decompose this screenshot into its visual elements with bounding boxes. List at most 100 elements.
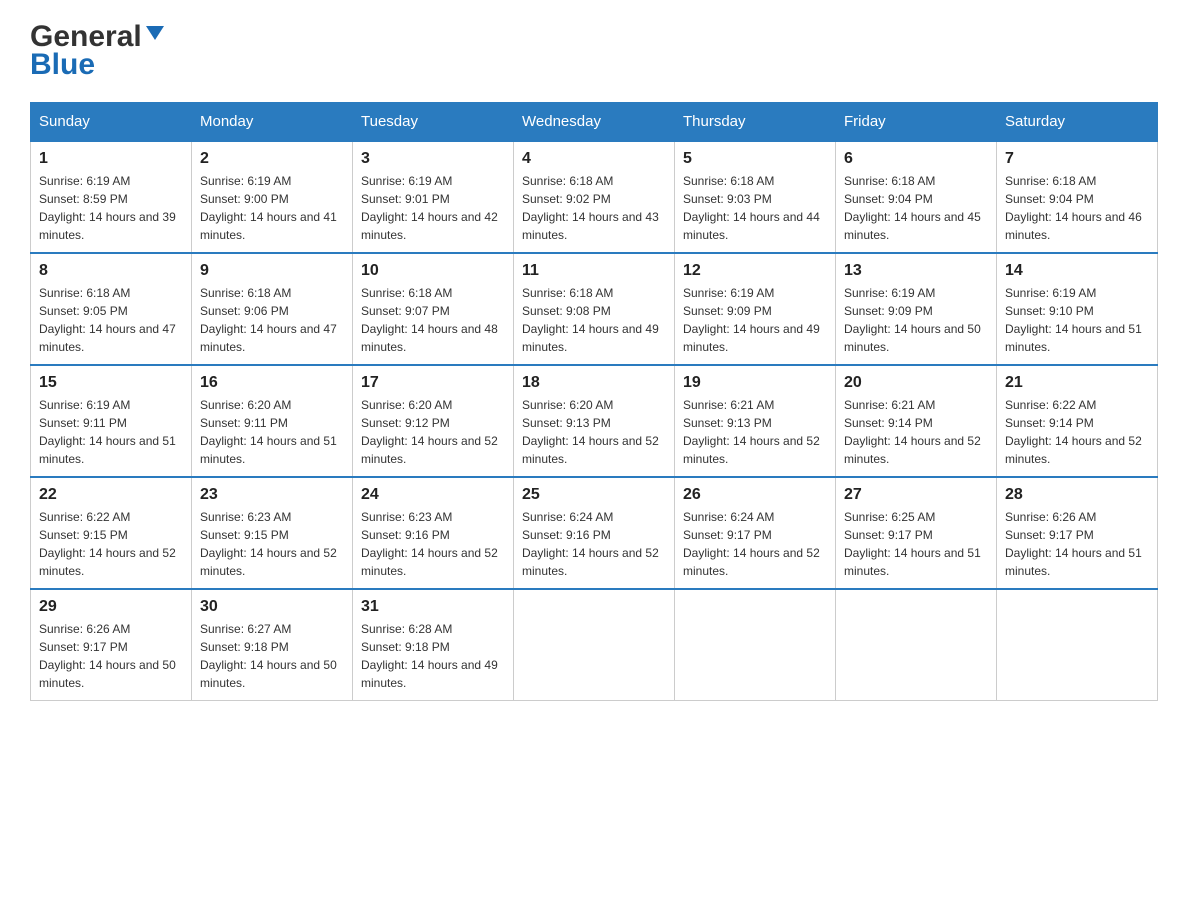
day-info: Sunrise: 6:18 AMSunset: 9:08 PMDaylight:…: [522, 286, 659, 354]
calendar-day: [836, 589, 997, 701]
page-header: General Blue: [30, 20, 1158, 82]
day-number: 27: [844, 486, 988, 504]
day-number: 18: [522, 374, 666, 392]
header-saturday: Saturday: [997, 103, 1158, 142]
day-number: 25: [522, 486, 666, 504]
calendar-day: 1 Sunrise: 6:19 AMSunset: 8:59 PMDayligh…: [31, 141, 192, 253]
day-info: Sunrise: 6:26 AMSunset: 9:17 PMDaylight:…: [1005, 510, 1142, 578]
day-info: Sunrise: 6:23 AMSunset: 9:15 PMDaylight:…: [200, 510, 337, 578]
calendar-day: [997, 589, 1158, 701]
day-number: 9: [200, 262, 344, 280]
day-number: 16: [200, 374, 344, 392]
day-number: 28: [1005, 486, 1149, 504]
day-info: Sunrise: 6:19 AMSunset: 9:09 PMDaylight:…: [844, 286, 981, 354]
day-info: Sunrise: 6:20 AMSunset: 9:11 PMDaylight:…: [200, 398, 337, 466]
logo-blue: Blue: [30, 48, 95, 82]
day-number: 1: [39, 150, 183, 168]
day-number: 23: [200, 486, 344, 504]
calendar-day: 31 Sunrise: 6:28 AMSunset: 9:18 PMDaylig…: [353, 589, 514, 701]
calendar-day: 15 Sunrise: 6:19 AMSunset: 9:11 PMDaylig…: [31, 365, 192, 477]
day-number: 20: [844, 374, 988, 392]
calendar-header-row: SundayMondayTuesdayWednesdayThursdayFrid…: [31, 103, 1158, 142]
day-number: 22: [39, 486, 183, 504]
calendar-day: 24 Sunrise: 6:23 AMSunset: 9:16 PMDaylig…: [353, 477, 514, 589]
header-monday: Monday: [192, 103, 353, 142]
day-number: 5: [683, 150, 827, 168]
day-number: 2: [200, 150, 344, 168]
day-info: Sunrise: 6:19 AMSunset: 8:59 PMDaylight:…: [39, 174, 176, 242]
calendar-day: 13 Sunrise: 6:19 AMSunset: 9:09 PMDaylig…: [836, 253, 997, 365]
day-number: 24: [361, 486, 505, 504]
day-number: 12: [683, 262, 827, 280]
calendar-day: 5 Sunrise: 6:18 AMSunset: 9:03 PMDayligh…: [675, 141, 836, 253]
calendar-day: 9 Sunrise: 6:18 AMSunset: 9:06 PMDayligh…: [192, 253, 353, 365]
calendar-day: 8 Sunrise: 6:18 AMSunset: 9:05 PMDayligh…: [31, 253, 192, 365]
calendar-day: 20 Sunrise: 6:21 AMSunset: 9:14 PMDaylig…: [836, 365, 997, 477]
day-info: Sunrise: 6:18 AMSunset: 9:05 PMDaylight:…: [39, 286, 176, 354]
calendar-day: 7 Sunrise: 6:18 AMSunset: 9:04 PMDayligh…: [997, 141, 1158, 253]
day-number: 13: [844, 262, 988, 280]
day-info: Sunrise: 6:20 AMSunset: 9:13 PMDaylight:…: [522, 398, 659, 466]
day-number: 7: [1005, 150, 1149, 168]
calendar-week-2: 8 Sunrise: 6:18 AMSunset: 9:05 PMDayligh…: [31, 253, 1158, 365]
calendar-week-4: 22 Sunrise: 6:22 AMSunset: 9:15 PMDaylig…: [31, 477, 1158, 589]
calendar-day: 18 Sunrise: 6:20 AMSunset: 9:13 PMDaylig…: [514, 365, 675, 477]
calendar-week-1: 1 Sunrise: 6:19 AMSunset: 8:59 PMDayligh…: [31, 141, 1158, 253]
logo: General Blue: [30, 20, 166, 82]
calendar-day: 10 Sunrise: 6:18 AMSunset: 9:07 PMDaylig…: [353, 253, 514, 365]
day-info: Sunrise: 6:18 AMSunset: 9:04 PMDaylight:…: [1005, 174, 1142, 242]
day-info: Sunrise: 6:28 AMSunset: 9:18 PMDaylight:…: [361, 622, 498, 690]
day-info: Sunrise: 6:19 AMSunset: 9:10 PMDaylight:…: [1005, 286, 1142, 354]
calendar-day: 6 Sunrise: 6:18 AMSunset: 9:04 PMDayligh…: [836, 141, 997, 253]
day-info: Sunrise: 6:21 AMSunset: 9:14 PMDaylight:…: [844, 398, 981, 466]
day-number: 14: [1005, 262, 1149, 280]
day-number: 8: [39, 262, 183, 280]
calendar-week-3: 15 Sunrise: 6:19 AMSunset: 9:11 PMDaylig…: [31, 365, 1158, 477]
day-info: Sunrise: 6:21 AMSunset: 9:13 PMDaylight:…: [683, 398, 820, 466]
calendar-day: 22 Sunrise: 6:22 AMSunset: 9:15 PMDaylig…: [31, 477, 192, 589]
calendar-day: 3 Sunrise: 6:19 AMSunset: 9:01 PMDayligh…: [353, 141, 514, 253]
calendar-day: 14 Sunrise: 6:19 AMSunset: 9:10 PMDaylig…: [997, 253, 1158, 365]
day-info: Sunrise: 6:22 AMSunset: 9:15 PMDaylight:…: [39, 510, 176, 578]
day-number: 15: [39, 374, 183, 392]
header-wednesday: Wednesday: [514, 103, 675, 142]
day-info: Sunrise: 6:24 AMSunset: 9:17 PMDaylight:…: [683, 510, 820, 578]
calendar-day: 30 Sunrise: 6:27 AMSunset: 9:18 PMDaylig…: [192, 589, 353, 701]
calendar-day: 23 Sunrise: 6:23 AMSunset: 9:15 PMDaylig…: [192, 477, 353, 589]
calendar-day: 25 Sunrise: 6:24 AMSunset: 9:16 PMDaylig…: [514, 477, 675, 589]
day-number: 29: [39, 598, 183, 616]
day-number: 17: [361, 374, 505, 392]
day-info: Sunrise: 6:18 AMSunset: 9:07 PMDaylight:…: [361, 286, 498, 354]
day-info: Sunrise: 6:18 AMSunset: 9:03 PMDaylight:…: [683, 174, 820, 242]
calendar-day: 17 Sunrise: 6:20 AMSunset: 9:12 PMDaylig…: [353, 365, 514, 477]
calendar-day: 4 Sunrise: 6:18 AMSunset: 9:02 PMDayligh…: [514, 141, 675, 253]
day-info: Sunrise: 6:20 AMSunset: 9:12 PMDaylight:…: [361, 398, 498, 466]
day-number: 30: [200, 598, 344, 616]
calendar-table: SundayMondayTuesdayWednesdayThursdayFrid…: [30, 102, 1158, 701]
day-info: Sunrise: 6:25 AMSunset: 9:17 PMDaylight:…: [844, 510, 981, 578]
calendar-day: 12 Sunrise: 6:19 AMSunset: 9:09 PMDaylig…: [675, 253, 836, 365]
day-info: Sunrise: 6:23 AMSunset: 9:16 PMDaylight:…: [361, 510, 498, 578]
day-info: Sunrise: 6:18 AMSunset: 9:06 PMDaylight:…: [200, 286, 337, 354]
logo-triangle-icon: [144, 22, 166, 44]
day-number: 3: [361, 150, 505, 168]
calendar-week-5: 29 Sunrise: 6:26 AMSunset: 9:17 PMDaylig…: [31, 589, 1158, 701]
day-info: Sunrise: 6:27 AMSunset: 9:18 PMDaylight:…: [200, 622, 337, 690]
day-info: Sunrise: 6:22 AMSunset: 9:14 PMDaylight:…: [1005, 398, 1142, 466]
day-info: Sunrise: 6:24 AMSunset: 9:16 PMDaylight:…: [522, 510, 659, 578]
calendar-day: 26 Sunrise: 6:24 AMSunset: 9:17 PMDaylig…: [675, 477, 836, 589]
day-number: 19: [683, 374, 827, 392]
day-info: Sunrise: 6:18 AMSunset: 9:02 PMDaylight:…: [522, 174, 659, 242]
day-info: Sunrise: 6:18 AMSunset: 9:04 PMDaylight:…: [844, 174, 981, 242]
day-number: 4: [522, 150, 666, 168]
header-tuesday: Tuesday: [353, 103, 514, 142]
day-info: Sunrise: 6:19 AMSunset: 9:01 PMDaylight:…: [361, 174, 498, 242]
day-number: 6: [844, 150, 988, 168]
calendar-day: 11 Sunrise: 6:18 AMSunset: 9:08 PMDaylig…: [514, 253, 675, 365]
day-number: 26: [683, 486, 827, 504]
calendar-day: [675, 589, 836, 701]
day-info: Sunrise: 6:19 AMSunset: 9:00 PMDaylight:…: [200, 174, 337, 242]
header-sunday: Sunday: [31, 103, 192, 142]
day-number: 21: [1005, 374, 1149, 392]
calendar-day: 19 Sunrise: 6:21 AMSunset: 9:13 PMDaylig…: [675, 365, 836, 477]
